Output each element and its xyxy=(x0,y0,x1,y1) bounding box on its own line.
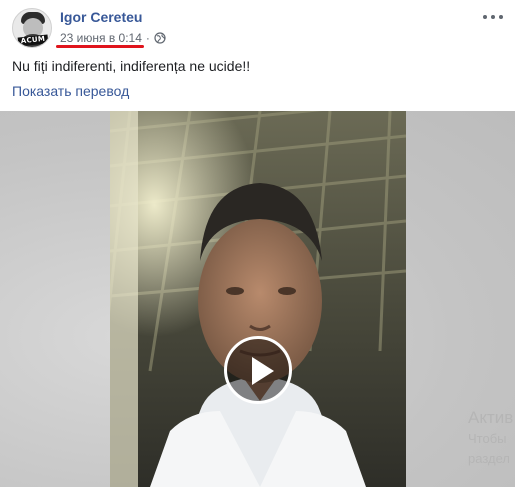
meta-separator: · xyxy=(145,31,150,45)
post-timestamp[interactable]: 23 июня в 0:14 xyxy=(60,31,142,45)
watermark-line-3: раздел xyxy=(468,451,510,466)
video-still-image xyxy=(110,111,406,487)
more-options-icon[interactable] xyxy=(483,9,503,25)
video-player[interactable]: Актив Чтобы раздел xyxy=(0,111,515,487)
watermark-line-1: Актив xyxy=(468,408,514,427)
avatar[interactable]: ACUM xyxy=(12,8,52,48)
globe-icon[interactable] xyxy=(154,32,166,44)
play-button[interactable] xyxy=(224,336,292,404)
windows-activation-watermark: Актив Чтобы раздел xyxy=(468,407,513,469)
translate-link[interactable]: Показать перевод xyxy=(12,83,129,99)
watermark-line-2: Чтобы xyxy=(468,431,507,446)
post-text: Nu fiți indiferenti, indiferența ne ucid… xyxy=(12,58,251,74)
play-icon xyxy=(252,357,274,385)
facebook-post: ACUM Igor Cereteu 23 июня в 0:14 · Nu fi… xyxy=(0,0,515,487)
red-underline-annotation xyxy=(56,45,144,48)
author-name[interactable]: Igor Cereteu xyxy=(60,9,142,25)
video-frame[interactable] xyxy=(110,111,406,487)
post-meta: 23 июня в 0:14 · xyxy=(60,30,166,46)
